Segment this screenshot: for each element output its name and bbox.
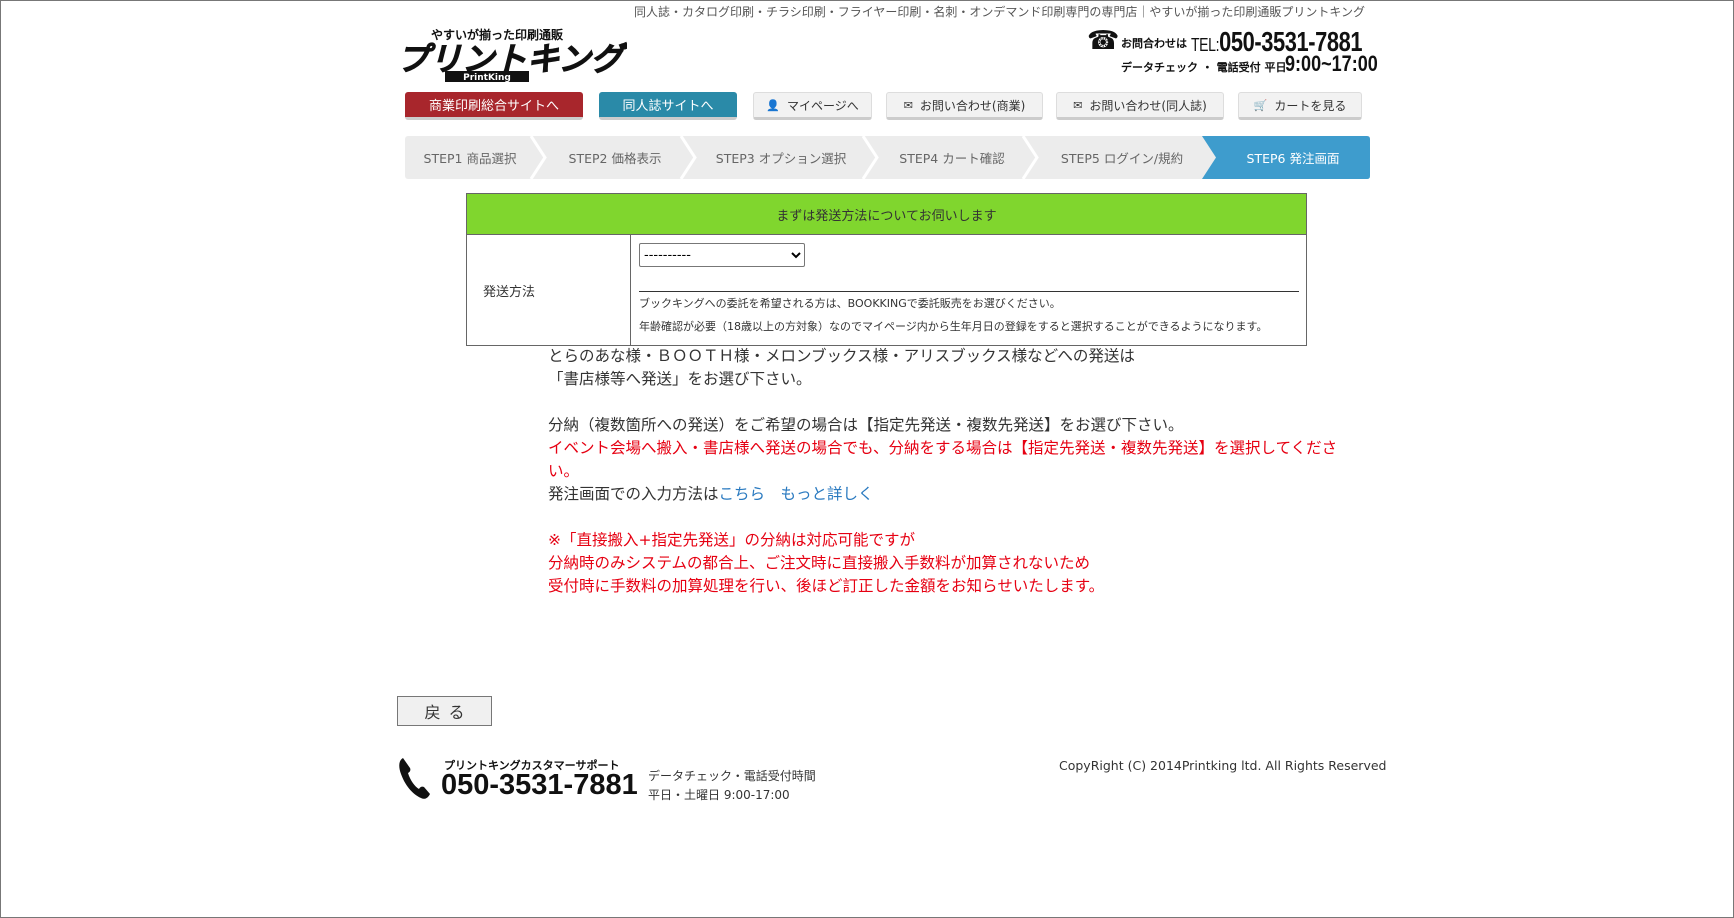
- page-frame: 同人誌・カタログ印刷・チラシ印刷・フライヤー印刷・名刺・オンデマンド印刷専門の専…: [0, 0, 1734, 918]
- doujin-site-button[interactable]: 同人誌サイトへ: [599, 92, 737, 120]
- split-delivery-warning: イベント会場へ搬入・書店様へ発送の場合でも、分納をする場合は【指定先発送・複数先…: [548, 439, 1338, 480]
- mail-icon: ✉: [903, 98, 913, 112]
- red-note-3: 受付時に手数料の加算処理を行い、後ほど訂正した金額をお知らせいたします。: [548, 577, 1105, 595]
- step-2: STEP2 価格表示: [568, 151, 662, 166]
- telephone-icon: ☎: [1087, 26, 1120, 56]
- user-icon: 👤: [766, 98, 780, 112]
- step-4: STEP4 カート確認: [899, 151, 1005, 166]
- shipping-method-select[interactable]: ----------: [639, 243, 805, 267]
- mail-icon: ✉: [1073, 98, 1083, 112]
- footer-hours-label: データチェック・電話受付時間: [648, 769, 816, 783]
- cart-button[interactable]: 🛒 カートを見る: [1238, 92, 1362, 120]
- back-button[interactable]: 戻る: [397, 696, 492, 726]
- red-note-2: 分納時のみシステムの都合上、ご注文時に直接搬入手数料が加算されないため: [548, 554, 1091, 572]
- order-steps: STEP1 商品選択 STEP2 価格表示 STEP3 オプション選択 STEP…: [405, 136, 1370, 179]
- copyright: CopyRight (C) 2014Printking ltd. All Rig…: [1059, 758, 1387, 773]
- step-6-active: STEP6 発注画面: [1246, 151, 1340, 166]
- cart-icon: 🛒: [1253, 98, 1268, 112]
- panel-heading: まずは発送方法についてお伺いします: [467, 194, 1306, 235]
- shipping-method-panel: まずは発送方法についてお伺いします 発送方法 ---------- ブックキング…: [466, 193, 1307, 346]
- inquiry-business-button[interactable]: ✉ お問い合わせ(商業): [886, 92, 1043, 120]
- printking-logo[interactable]: やすいが揃った印刷通販 プリントキング PrintKing: [397, 27, 627, 83]
- header-contact: ☎ お問合わせは TEL:050-3531-7881 データチェック ・ 電話受…: [1087, 25, 1379, 77]
- logo-en: PrintKing: [463, 73, 511, 83]
- age-check-note: 年齢確認が必要（18歳以上の方対象）なのでマイページ内から生年月日の登録をすると…: [639, 320, 1268, 333]
- here-link[interactable]: こちら: [719, 485, 766, 503]
- step-5: STEP5 ログイン/規約: [1060, 151, 1184, 166]
- shipping-info: とらのあな様・ＢＯＯＴＨ様・メロンブックス様・アリスブックス様などへの発送は 「…: [548, 345, 1368, 598]
- hours-value: 9:00~17:00: [1285, 51, 1378, 76]
- business-site-button[interactable]: 商業印刷総合サイトへ: [405, 92, 583, 120]
- info-line-3: 分納（複数箇所への発送）をご希望の場合は【指定先発送・複数先発送】をお選び下さい…: [548, 416, 1184, 434]
- inquiry-doujin-button[interactable]: ✉ お問い合わせ(同人誌): [1056, 92, 1224, 120]
- footer-hours: 平日・土曜日 9:00-17:00: [648, 788, 790, 802]
- hours-label: データチェック ・ 電話受付 平日: [1121, 61, 1287, 74]
- mypage-button[interactable]: 👤 マイページへ: [753, 92, 872, 120]
- header-tagline: 同人誌・カタログ印刷・チラシ印刷・フライヤー印刷・名刺・オンデマンド印刷専門の専…: [634, 5, 1366, 19]
- info-line-1: とらのあな様・ＢＯＯＴＨ様・メロンブックス様・アリスブックス様などへの発送は: [548, 347, 1135, 365]
- info-input-method: 発注画面での入力方法はこちら もっと詳しく: [548, 485, 874, 503]
- step-3: STEP3 オプション選択: [715, 151, 847, 166]
- footer-tel: 050-3531-7881: [441, 769, 638, 801]
- phone-handset-icon: [399, 758, 430, 799]
- info-line-2: 「書店様等へ発送」をお選び下さい。: [548, 370, 812, 388]
- red-note-1: ※「直接搬入+指定先発送」の分納は対応可能ですが: [548, 531, 915, 549]
- shipping-method-label: 発送方法: [467, 235, 631, 345]
- contact-label: お問合わせは: [1121, 37, 1187, 50]
- more-details-link[interactable]: もっと詳しく: [781, 485, 874, 503]
- panel-divider: [639, 291, 1299, 292]
- bookking-note: ブックキングへの委託を希望される方は、BOOKKINGで委託販売をお選びください…: [639, 297, 1061, 310]
- step-1: STEP1 商品選択: [423, 151, 517, 166]
